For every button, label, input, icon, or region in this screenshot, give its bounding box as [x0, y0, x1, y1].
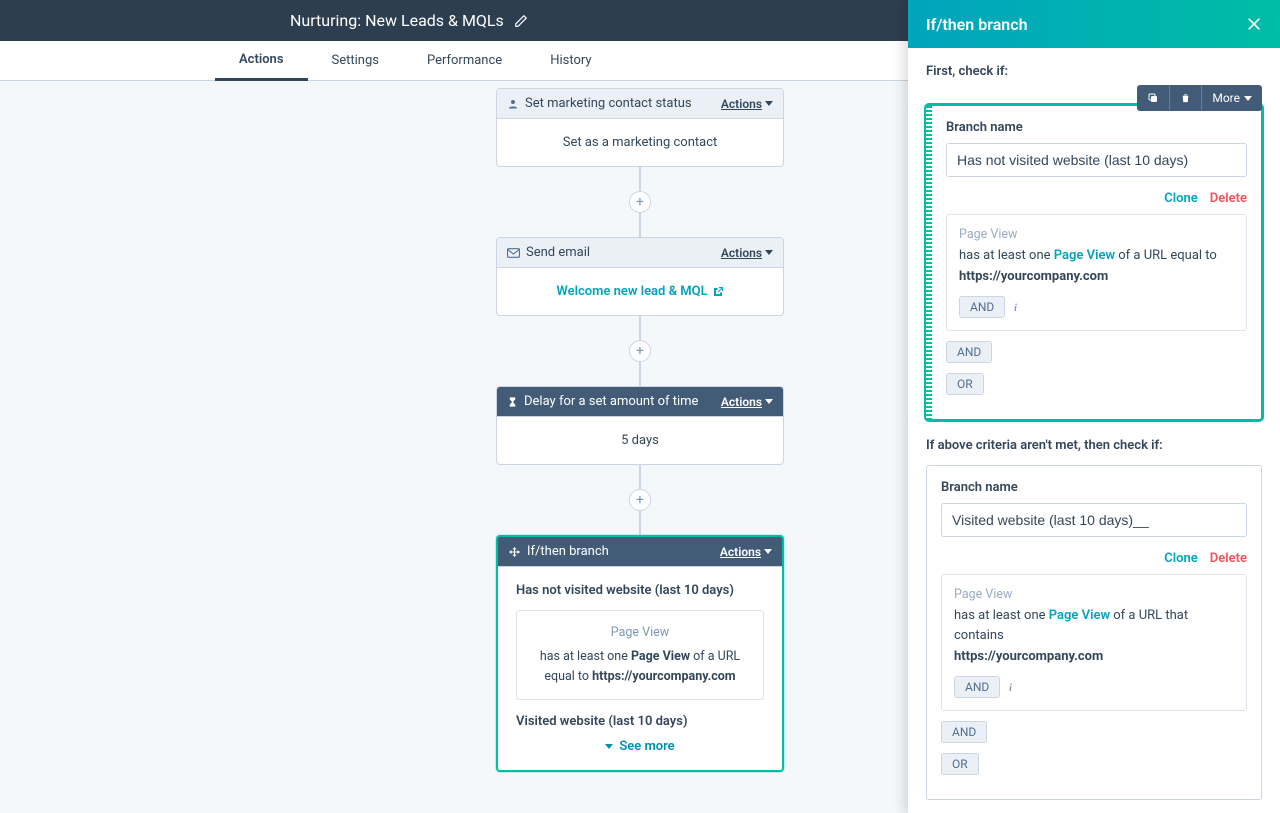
between-criteria-label: If above criteria aren't met, then check… — [926, 438, 1262, 453]
action-card-send-email[interactable]: Send email Actions Welcome new lead & MQ… — [496, 237, 784, 316]
page-view-caption: Page View — [954, 587, 1234, 602]
branch-name-input-1[interactable] — [946, 143, 1247, 177]
workflow-flow: Set marketing contact status Actions Set… — [496, 88, 784, 772]
email-link[interactable]: Welcome new lead & MQL — [556, 284, 723, 299]
first-check-label: First, check if: — [926, 64, 1262, 79]
delete-filter-link[interactable]: Delete — [1210, 551, 1247, 566]
clone-delete-row: Clone Delete — [941, 551, 1247, 566]
card-title: Delay for a set amount of time — [524, 394, 715, 409]
branch-block-2: Branch name Clone Delete Page View has a… — [926, 465, 1262, 800]
action-card-delay[interactable]: Delay for a set amount of time Actions 5… — [496, 386, 784, 465]
connector — [639, 213, 641, 237]
chevron-down-icon — [1244, 96, 1252, 101]
clone-button[interactable] — [1137, 85, 1170, 111]
action-card-set-marketing-status[interactable]: Set marketing contact status Actions Set… — [496, 88, 784, 167]
inner-and-button[interactable]: AND — [959, 296, 1005, 318]
chevron-down-icon — [765, 250, 773, 255]
card-actions-menu[interactable]: Actions — [721, 97, 773, 111]
filter-box-1[interactable]: Page View has at least one Page View of … — [946, 214, 1247, 331]
tab-history[interactable]: History — [526, 41, 615, 81]
side-panel: If/then branch First, check if: More — [908, 0, 1280, 813]
branch-name-input-2[interactable] — [941, 503, 1247, 537]
tab-settings[interactable]: Settings — [308, 41, 403, 81]
branch1-title: Has not visited website (last 10 days) — [516, 583, 764, 598]
branch-name-label: Branch name — [946, 120, 1247, 135]
branch-toolbar-row: More — [926, 85, 1262, 111]
external-link-icon — [712, 286, 724, 298]
criteria-text: has at least one Page View of a URL equa… — [527, 647, 753, 687]
card-actions-menu[interactable]: Actions — [721, 246, 773, 260]
card-body: 5 days — [497, 417, 783, 464]
branch-block-1: Branch name Clone Delete Page View has a… — [926, 105, 1262, 420]
action-card-if-then-branch[interactable]: If/then branch Actions Has not visited w… — [496, 535, 784, 772]
tab-performance[interactable]: Performance — [403, 41, 526, 81]
card-header: If/then branch Actions — [498, 537, 782, 567]
close-panel-button[interactable] — [1246, 16, 1262, 32]
card-header: Delay for a set amount of time Actions — [497, 387, 783, 417]
branch-criteria: Page View has at least one Page View of … — [516, 610, 764, 700]
filter-description: has at least one Page View of a URL equa… — [959, 246, 1234, 288]
info-icon[interactable]: i — [1004, 681, 1018, 695]
more-menu-button[interactable]: More — [1202, 85, 1262, 111]
branch-toolbar: More — [1137, 85, 1262, 111]
and-button[interactable]: AND — [946, 341, 992, 363]
chevron-down-icon — [605, 744, 613, 749]
clone-filter-link[interactable]: Clone — [1164, 551, 1198, 566]
page-view-caption: Page View — [959, 227, 1234, 242]
card-header: Set marketing contact status Actions — [497, 89, 783, 119]
connector — [639, 316, 641, 340]
card-body: Welcome new lead & MQL — [497, 268, 783, 315]
connector — [639, 511, 641, 535]
branch-icon — [508, 546, 521, 558]
card-title: Set marketing contact status — [525, 96, 715, 111]
panel-header: If/then branch — [908, 0, 1280, 48]
delete-filter-link[interactable]: Delete — [1210, 191, 1247, 206]
panel-body: First, check if: More Branch name Clone — [908, 48, 1280, 813]
page-view-caption: Page View — [527, 623, 753, 643]
email-icon — [507, 248, 520, 258]
card-body: Set as a marketing contact — [497, 119, 783, 166]
card-title: Send email — [526, 245, 715, 260]
card-header: Send email Actions — [497, 238, 783, 268]
card-actions-menu[interactable]: Actions — [721, 395, 773, 409]
workflow-title: Nurturing: New Leads & MQLs — [290, 11, 504, 30]
clone-delete-row: Clone Delete — [946, 191, 1247, 206]
tab-actions[interactable]: Actions — [215, 41, 308, 81]
add-action-button[interactable]: + — [629, 489, 651, 511]
edit-title-icon[interactable] — [514, 14, 528, 28]
hourglass-icon — [507, 396, 518, 408]
branch2-title: Visited website (last 10 days) — [516, 714, 764, 729]
inner-and-button[interactable]: AND — [954, 676, 1000, 698]
panel-title: If/then branch — [926, 15, 1028, 34]
see-more-link[interactable]: See more — [516, 739, 764, 754]
info-icon[interactable]: i — [1009, 301, 1023, 315]
add-action-button[interactable]: + — [629, 191, 651, 213]
or-button[interactable]: OR — [941, 753, 979, 775]
filter-description: has at least one Page View of a URL that… — [954, 606, 1234, 668]
chevron-down-icon — [765, 399, 773, 404]
filter-box-2[interactable]: Page View has at least one Page View of … — [941, 574, 1247, 711]
chevron-down-icon — [765, 101, 773, 106]
and-button[interactable]: AND — [941, 721, 987, 743]
connector — [639, 167, 641, 191]
or-button[interactable]: OR — [946, 373, 984, 395]
connector — [639, 362, 641, 386]
contact-icon — [507, 98, 519, 110]
card-title: If/then branch — [527, 544, 714, 559]
connector — [639, 465, 641, 489]
chevron-down-icon — [764, 549, 772, 554]
clone-filter-link[interactable]: Clone — [1164, 191, 1198, 206]
delete-button[interactable] — [1170, 85, 1202, 111]
add-action-button[interactable]: + — [629, 340, 651, 362]
card-actions-menu[interactable]: Actions — [720, 545, 772, 559]
card-body: Has not visited website (last 10 days) P… — [498, 567, 782, 770]
branch-name-label: Branch name — [941, 480, 1247, 495]
